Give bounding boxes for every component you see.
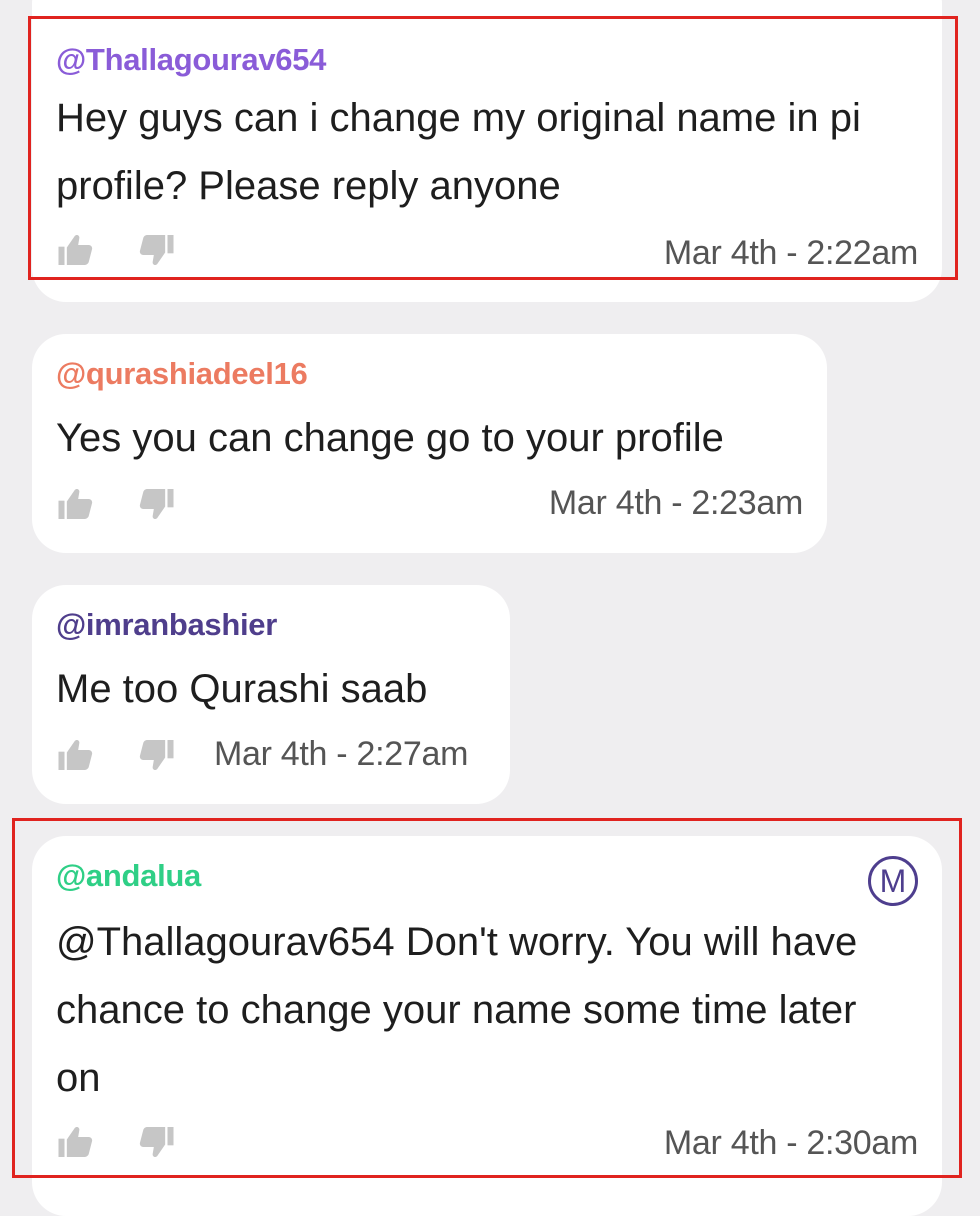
comment-text: Hey guys can i change my original name i… [56, 96, 861, 208]
comment-text: Me too Qurashi saab [56, 667, 428, 711]
dislike-button[interactable] [134, 733, 178, 777]
thumbs-up-icon [58, 234, 93, 265]
comment-actions [54, 228, 214, 272]
thumbs-up-icon [58, 488, 93, 519]
dislike-button[interactable] [134, 1120, 178, 1164]
comment-actions [54, 482, 214, 526]
thumbs-up-icon [58, 739, 93, 770]
thumbs-down-icon [139, 489, 174, 520]
comment-timestamp: Mar 4th - 2:22am [663, 234, 918, 272]
thumbs-down-icon [139, 1127, 174, 1158]
like-button[interactable] [54, 1120, 98, 1164]
comment-timestamp: Mar 4th - 2:23am [548, 484, 803, 522]
comment-timestamp: Mar 4th - 2:30am [663, 1124, 918, 1162]
comment-actions [54, 1120, 214, 1164]
dislike-button[interactable] [134, 482, 178, 526]
comment-card: @qurashiadeel16 Yes you can change go to… [32, 334, 827, 553]
like-button[interactable] [54, 228, 98, 272]
comment-username[interactable]: @Thallagourav654 [56, 42, 326, 78]
thumbs-up-icon [58, 1126, 93, 1157]
thumbs-down-icon [139, 235, 174, 266]
comment-username[interactable]: @imranbashier [56, 607, 277, 643]
comment-card: @imranbashier Me too Qurashi saab Mar 4t… [32, 585, 510, 804]
dislike-button[interactable] [134, 228, 178, 272]
moderator-badge-icon: M [868, 856, 918, 906]
comment-username[interactable]: @qurashiadeel16 [56, 356, 308, 392]
comment-actions [54, 733, 214, 777]
comment-timestamp: Mar 4th - 2:27am [214, 735, 469, 773]
like-button[interactable] [54, 482, 98, 526]
thumbs-down-icon [139, 740, 174, 771]
comment-text: @Thallagourav654 Don't worry. You will h… [56, 920, 858, 1100]
comment-card: @andalua M @Thallagourav654 Don't worry.… [32, 836, 942, 1216]
like-button[interactable] [54, 733, 98, 777]
comment-username[interactable]: @andalua [56, 858, 201, 894]
comment-card: @Thallagourav654 Hey guys can i change m… [32, 0, 942, 302]
comment-text: Yes you can change go to your profile [56, 416, 724, 460]
